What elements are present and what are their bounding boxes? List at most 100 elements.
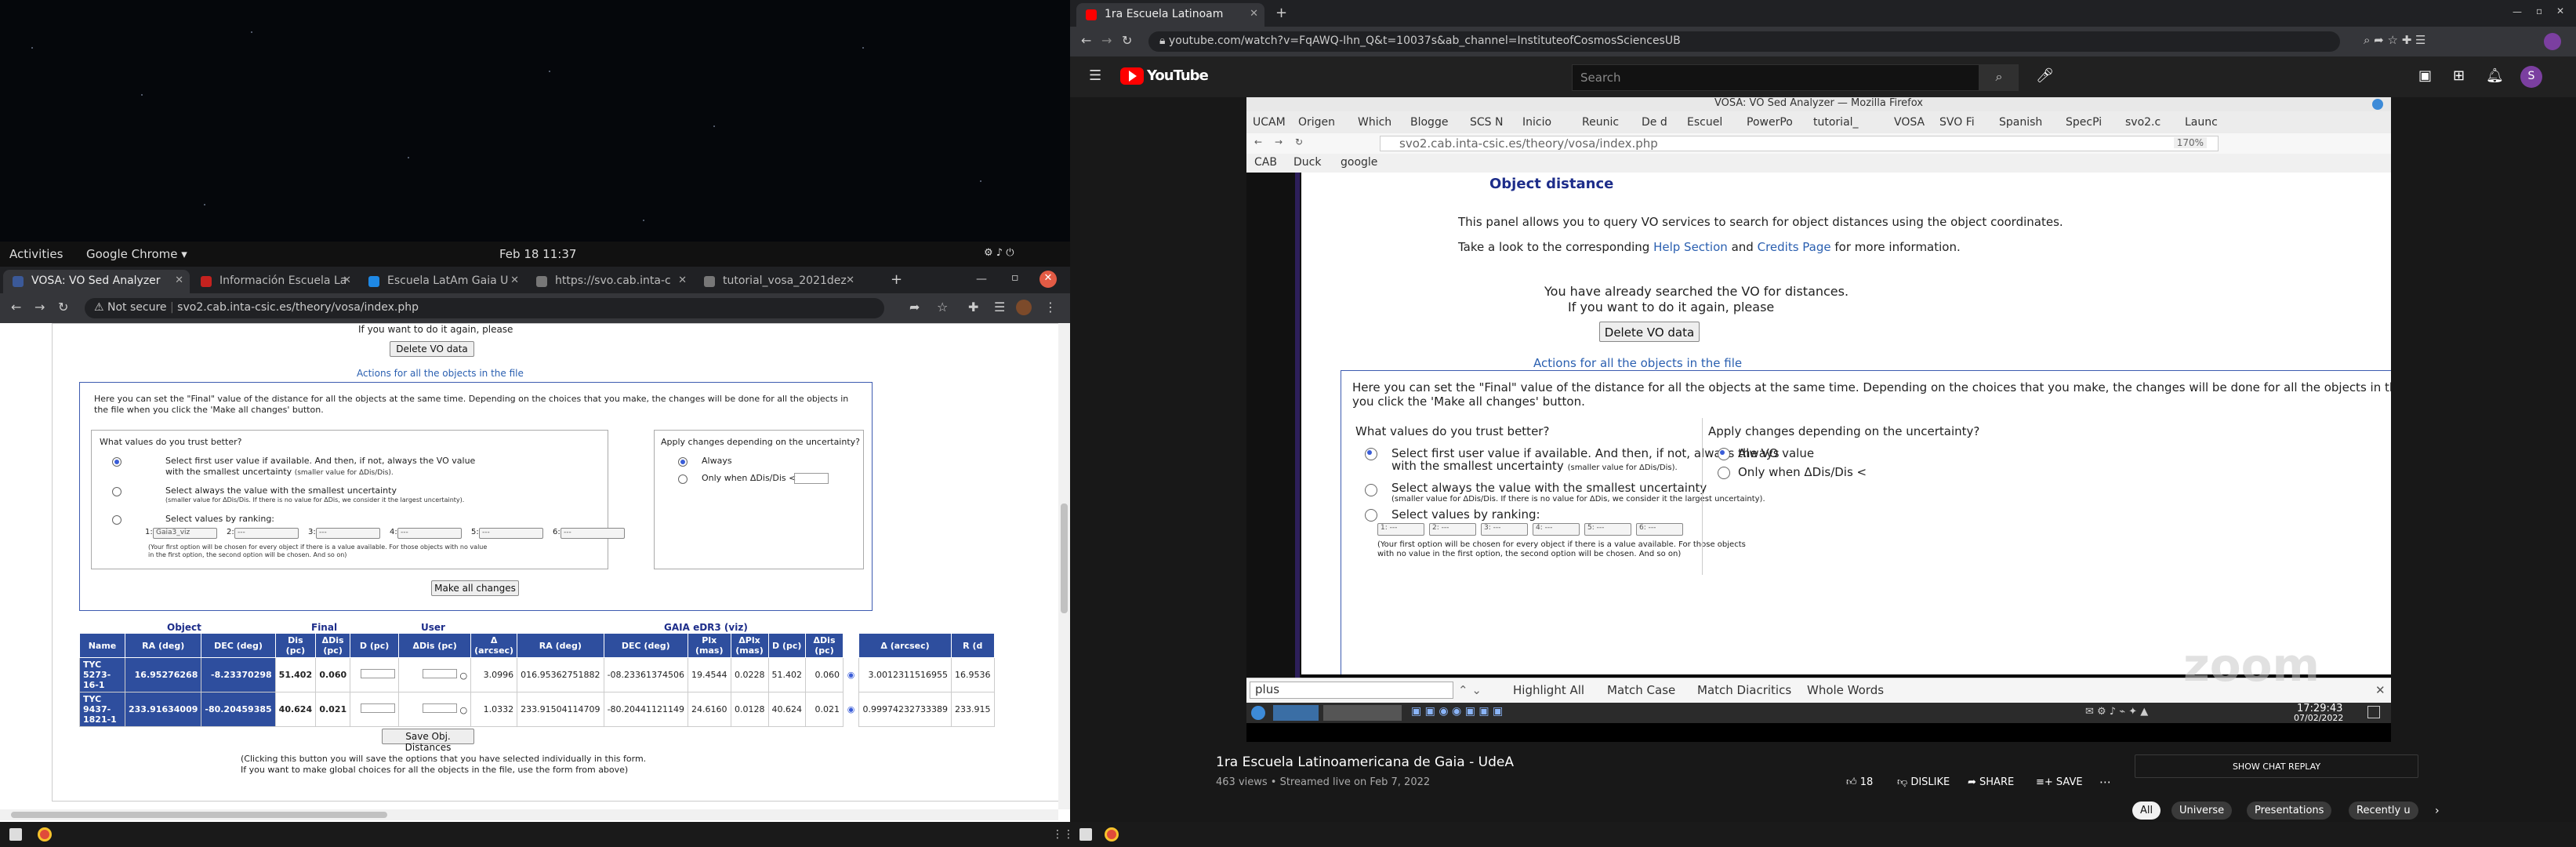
radio-always[interactable] bbox=[678, 457, 688, 467]
close-icon[interactable]: ✕ bbox=[846, 274, 854, 286]
start-menu-icon[interactable] bbox=[9, 828, 22, 841]
rank-select-1[interactable]: Gaia3_viz bbox=[153, 528, 217, 539]
col-gaia-ra: RA (deg) bbox=[517, 633, 604, 658]
app-menu[interactable]: Google Chrome ▾ bbox=[86, 247, 187, 261]
rank-select-4[interactable]: --- bbox=[397, 528, 462, 539]
microphone-icon[interactable]: 🎤︎ bbox=[2036, 67, 2054, 84]
maximize-button[interactable]: ▫ bbox=[1011, 271, 1019, 284]
minimize-button[interactable]: — bbox=[976, 273, 987, 285]
system-tray-icons[interactable]: ⚙ ♪ ⏻ bbox=[984, 247, 1014, 259]
calendar-icon bbox=[368, 276, 379, 287]
reading-list-icon[interactable]: ☰ bbox=[994, 300, 1005, 314]
hamburger-menu-icon[interactable]: ☰ bbox=[1089, 67, 1101, 84]
show-chat-replay-button[interactable]: SHOW CHAT REPLAY bbox=[2135, 754, 2418, 778]
tab-label: VOSA: VO Sed Analyzer bbox=[31, 274, 161, 287]
clock[interactable]: Feb 18 11:37 bbox=[499, 247, 576, 261]
apps-icon[interactable]: ⊞ bbox=[2453, 67, 2465, 84]
tab-vosa[interactable]: VOSA: VO Sed Analyzer ✕ bbox=[3, 270, 190, 293]
tab-escuela[interactable]: Escuela LatAm Gaia U ✕ bbox=[359, 270, 525, 293]
user-d-input[interactable] bbox=[350, 692, 400, 727]
threshold-input[interactable] bbox=[794, 473, 829, 484]
save-obj-distances-button[interactable]: Save Obj. Distances bbox=[382, 729, 474, 753]
chip-presentations[interactable]: Presentations bbox=[2247, 802, 2332, 820]
chevron-right-icon[interactable]: › bbox=[2435, 805, 2440, 817]
actions-link[interactable]: Actions for all the objects in the file bbox=[357, 368, 524, 379]
chrome-taskbar-icon[interactable] bbox=[1105, 827, 1119, 842]
make-all-changes-button[interactable]: Make all changes bbox=[431, 580, 519, 596]
activities-button[interactable]: Activities bbox=[9, 247, 63, 261]
extensions-icon[interactable]: ✚ bbox=[968, 300, 978, 314]
chip-recently[interactable]: Recently u bbox=[2349, 802, 2418, 820]
notifications-icon[interactable]: 🔔︎ bbox=[2486, 67, 2504, 84]
close-icon[interactable]: ✕ bbox=[343, 274, 351, 286]
chip-universe[interactable]: Universe bbox=[2171, 802, 2233, 820]
youtube-logo-icon[interactable] bbox=[1120, 67, 1144, 85]
maximize-button[interactable]: ▫ bbox=[2536, 5, 2542, 16]
col-gaia-ddis: ΔDis (pc) bbox=[805, 633, 844, 658]
more-actions-icon[interactable]: ⋯ bbox=[2099, 775, 2111, 789]
vertical-scrollbar[interactable] bbox=[1058, 323, 1070, 809]
share-icon[interactable]: ➦ bbox=[909, 300, 920, 314]
chip-all[interactable]: All bbox=[2132, 802, 2161, 820]
star-icon[interactable]: ☆ bbox=[937, 300, 948, 314]
new-tab-button[interactable]: + bbox=[1275, 5, 1287, 21]
toolbar-icons[interactable]: ⌕ ➦ ☆ ✚ ☰ bbox=[2364, 33, 2426, 47]
gaia-radio-selected[interactable]: ◉ bbox=[843, 657, 859, 693]
table-header-row: Name RA (deg) DEC (deg) Dis (pc) ΔDis (p… bbox=[79, 633, 995, 658]
rank-select-5[interactable]: --- bbox=[479, 528, 543, 539]
firefox-tab: VOSA bbox=[1894, 116, 1925, 129]
youtube-logo-text[interactable]: YouTube bbox=[1147, 67, 1209, 84]
cell-plx: 24.6160 bbox=[688, 692, 731, 727]
search-input[interactable]: Search bbox=[1572, 64, 1979, 91]
address-bar[interactable]: 🔒︎ youtube.com/watch?v=FqAWQ-Ihn_Q&t=100… bbox=[1148, 31, 2340, 52]
like-button[interactable]: 👍︎ 18 bbox=[1846, 776, 1873, 788]
reload-icon[interactable]: ↻ bbox=[58, 300, 68, 314]
profile-avatar[interactable] bbox=[2544, 33, 2561, 50]
video-player[interactable]: VOSA: VO Sed Analyzer — Mozilla Firefox … bbox=[1246, 97, 2391, 742]
tab-informacion[interactable]: Información Escuela La ✕ bbox=[191, 270, 357, 293]
close-icon[interactable]: ✕ bbox=[1250, 8, 1258, 20]
gaia-radio-selected[interactable]: ◉ bbox=[843, 692, 859, 727]
tab-tutorial[interactable]: tutorial_vosa_2021dez ✕ bbox=[695, 270, 861, 293]
close-icon[interactable]: ✕ bbox=[678, 274, 687, 286]
rank-select-2[interactable]: --- bbox=[234, 528, 299, 539]
account-avatar[interactable]: S bbox=[2520, 66, 2542, 88]
radio-ranking[interactable] bbox=[112, 515, 122, 525]
user-ddis-input[interactable]: ○ bbox=[398, 657, 472, 693]
rank-select-3[interactable]: --- bbox=[316, 528, 380, 539]
minimize-button[interactable]: — bbox=[2513, 6, 2522, 17]
save-button[interactable]: ≡+ SAVE bbox=[2036, 776, 2083, 788]
delete-vo-data-button[interactable]: Delete VO data bbox=[390, 341, 474, 357]
close-icon[interactable]: ✕ bbox=[510, 274, 519, 286]
rank-select-6[interactable]: --- bbox=[561, 528, 625, 539]
search-button[interactable]: ⌕ bbox=[1979, 64, 2019, 91]
tab-youtube[interactable]: 1ra Escuela Latinoam ✕ bbox=[1076, 3, 1264, 27]
address-bar[interactable]: ⚠ Not secure | svo2.cab.inta-csic.es/the… bbox=[85, 298, 884, 318]
profile-avatar[interactable] bbox=[1016, 300, 1032, 315]
create-icon[interactable]: ▣ bbox=[2418, 67, 2432, 84]
radio-only-when-video bbox=[1718, 467, 1730, 479]
share-button[interactable]: ➦ SHARE bbox=[1968, 776, 2014, 788]
radio-only-when[interactable] bbox=[678, 474, 688, 484]
radio-first-user[interactable] bbox=[112, 457, 122, 467]
vosa-intro-p2: Take a look to the corresponding Help Se… bbox=[1458, 240, 1961, 254]
start-menu-icon[interactable] bbox=[1079, 828, 1092, 841]
menu-icon[interactable]: ⋮ bbox=[1044, 300, 1057, 314]
back-icon[interactable]: ← bbox=[11, 300, 21, 314]
forward-icon[interactable]: → bbox=[34, 300, 45, 314]
close-window-button[interactable]: ✕ bbox=[1039, 271, 1057, 288]
back-icon[interactable]: ← bbox=[1081, 33, 1091, 48]
radio-smallest[interactable] bbox=[112, 487, 122, 496]
user-ddis-input[interactable]: ○ bbox=[398, 692, 472, 727]
find-input: plus bbox=[1250, 682, 1453, 699]
new-tab-button[interactable]: + bbox=[891, 271, 902, 288]
chrome-taskbar-icon[interactable] bbox=[38, 827, 52, 842]
reload-icon[interactable]: ↻ bbox=[1122, 33, 1132, 48]
forward-icon[interactable]: → bbox=[1101, 33, 1112, 48]
horizontal-scrollbar[interactable] bbox=[0, 809, 1058, 820]
close-window-button[interactable]: ✕ bbox=[2556, 5, 2564, 16]
user-d-input[interactable] bbox=[350, 657, 400, 693]
dislike-button[interactable]: 👎︎ DISLIKE bbox=[1897, 776, 1950, 788]
close-icon[interactable]: ✕ bbox=[175, 274, 183, 286]
tab-svo[interactable]: https://svo.cab.inta-c ✕ bbox=[527, 270, 693, 293]
